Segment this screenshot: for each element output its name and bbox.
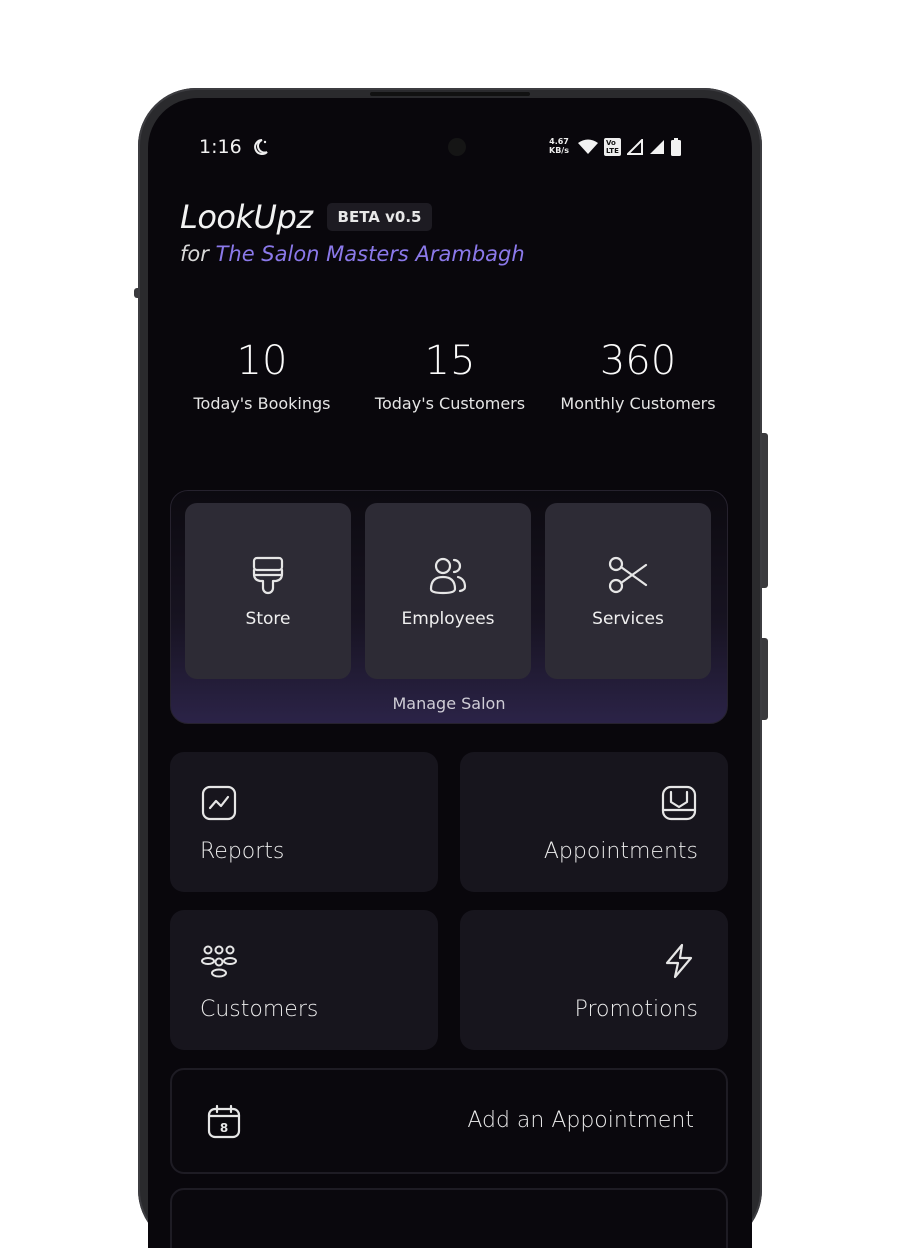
stat-label: Monthly Customers xyxy=(560,394,716,413)
app-screen: 1:16 4.67 KB/s Vo LTE LookUpz BETA v0.5 … xyxy=(148,98,752,1248)
manage-salon-label: Manage Salon xyxy=(392,694,506,713)
status-icons: Vo LTE xyxy=(578,136,681,158)
store-icon xyxy=(252,556,284,595)
stat-value: 10 xyxy=(236,338,288,384)
brand-header: LookUpz BETA v0.5 xyxy=(180,198,433,236)
stat-label: Today's Customers xyxy=(374,394,526,413)
customers-card[interactable]: Customers xyxy=(170,910,438,1050)
signal-icon-2 xyxy=(649,140,664,154)
add-appointment-button[interactable]: 8 Add an Appointment xyxy=(170,1068,728,1174)
customers-icon xyxy=(201,945,237,978)
network-speed: 4.67 KB/s xyxy=(549,137,569,155)
store-label: Store xyxy=(245,609,291,629)
lightning-icon xyxy=(665,943,693,979)
wifi-icon xyxy=(578,139,598,154)
salon-name: The Salon Masters Arambagh xyxy=(215,242,525,266)
reports-card[interactable]: Reports xyxy=(170,752,438,892)
salon-subtitle: for The Salon Masters Arambagh xyxy=(180,242,525,266)
side-notch xyxy=(134,288,138,298)
manage-salon-tiles: Store Employees Services xyxy=(185,503,711,679)
stat-todays-bookings: 10 Today's Bookings xyxy=(168,338,356,413)
stats-row: 10 Today's Bookings 15 Today's Customers… xyxy=(168,338,732,413)
next-card-partial[interactable] xyxy=(170,1188,728,1248)
app-name: LookUpz xyxy=(180,198,313,236)
battery-icon xyxy=(670,138,681,156)
power-button xyxy=(762,638,768,720)
appointments-label: Appointments xyxy=(543,839,698,864)
volume-button xyxy=(762,433,768,588)
stat-value: 15 xyxy=(424,338,476,384)
reports-label: Reports xyxy=(200,839,285,864)
employees-icon xyxy=(429,557,467,595)
stat-value: 360 xyxy=(599,338,677,384)
services-tile[interactable]: Services xyxy=(545,503,711,679)
earpiece-speaker xyxy=(370,92,530,96)
appointments-card[interactable]: Appointments xyxy=(460,752,728,892)
calendar-day: 8 xyxy=(220,1121,228,1135)
appointment-icon xyxy=(661,785,697,821)
employees-label: Employees xyxy=(401,609,495,629)
status-bar: 1:16 4.67 KB/s Vo LTE xyxy=(148,136,752,160)
add-appointment-label: Add an Appointment xyxy=(467,1108,694,1133)
beta-badge: BETA v0.5 xyxy=(326,203,433,231)
chart-icon xyxy=(201,785,237,821)
store-tile[interactable]: Store xyxy=(185,503,351,679)
scissors-icon xyxy=(608,556,648,594)
services-label: Services xyxy=(592,609,664,629)
customers-label: Customers xyxy=(200,997,319,1022)
volte-icon: Vo LTE xyxy=(604,138,621,156)
signal-icon xyxy=(626,139,643,155)
subtitle-prefix: for xyxy=(180,242,216,266)
front-camera xyxy=(448,138,466,156)
night-mode-icon xyxy=(254,139,268,155)
stat-monthly-customers: 360 Monthly Customers xyxy=(544,338,732,413)
calendar-icon: 8 xyxy=(207,1104,241,1139)
manage-salon-panel: Store Employees Services Manage Salon xyxy=(170,490,728,724)
employees-tile[interactable]: Employees xyxy=(365,503,531,679)
promotions-label: Promotions xyxy=(574,997,698,1022)
phone-frame: 1:16 4.67 KB/s Vo LTE LookUpz BETA v0.5 … xyxy=(134,88,768,1248)
stat-label: Today's Bookings xyxy=(193,394,331,413)
stat-todays-customers: 15 Today's Customers xyxy=(356,338,544,413)
promotions-card[interactable]: Promotions xyxy=(460,910,728,1050)
status-time: 1:16 xyxy=(199,136,242,158)
